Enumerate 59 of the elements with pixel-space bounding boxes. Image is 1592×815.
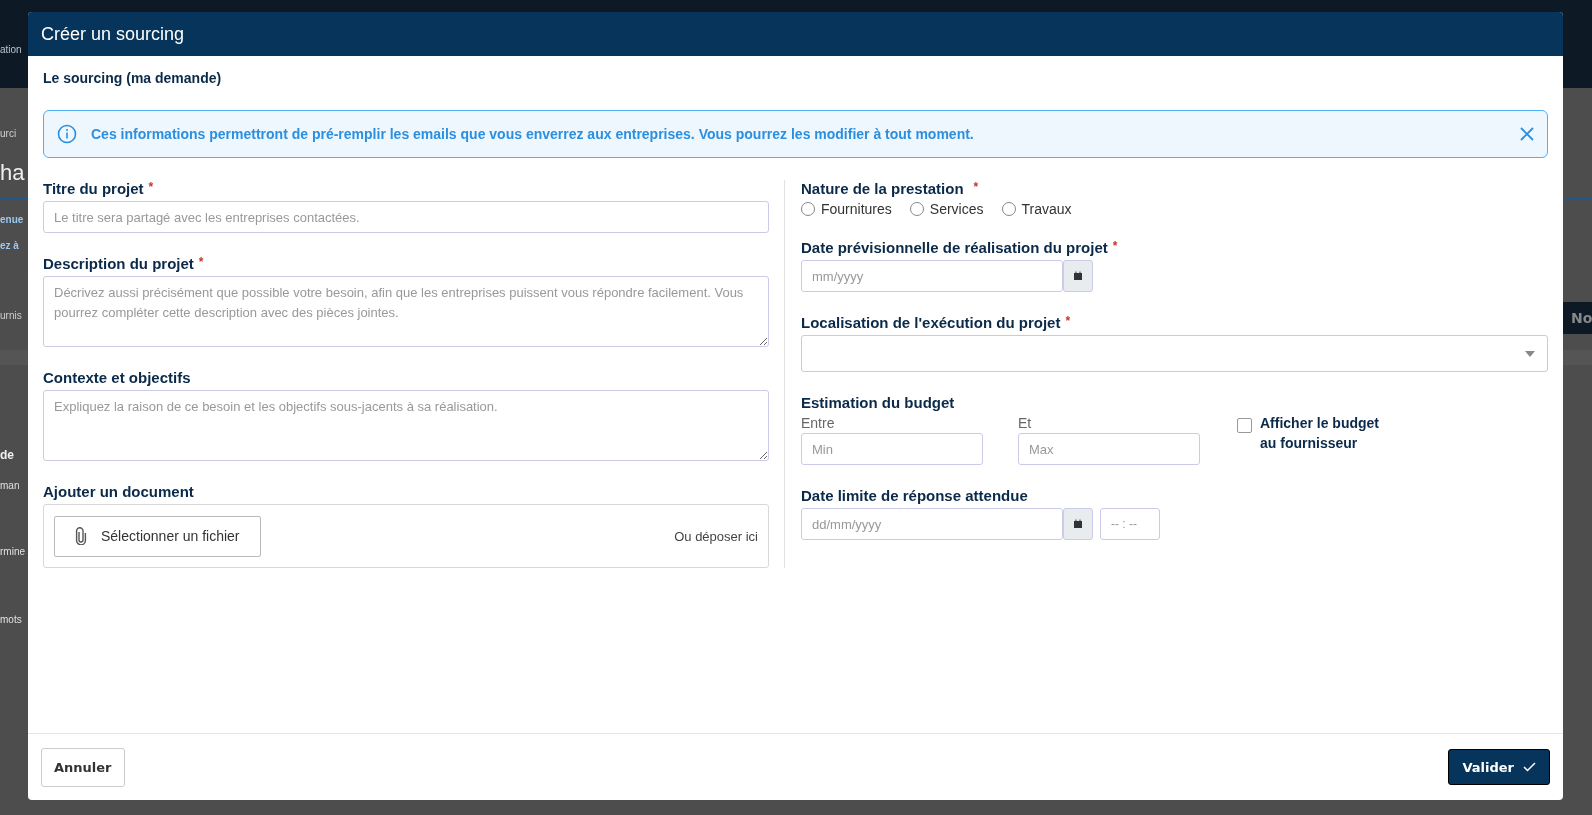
background-text: man xyxy=(0,480,20,491)
checkbox-label: Afficher le budget xyxy=(1260,415,1379,431)
caret-icon xyxy=(1525,350,1535,357)
calendar-button[interactable] xyxy=(1063,260,1093,292)
text-area[interactable]: Expliquez la raison de ce besoin et les objectifs sous-jacents à sa réalisation. xyxy=(43,390,769,461)
select-field[interactable] xyxy=(801,335,1548,372)
radio-option[interactable]: Fournitures xyxy=(801,201,892,217)
info-text: Ces informations permettront de pré-remplir les emails que vous enverrez aux entreprises. Vous pourrez les modifier à tout moment. xyxy=(91,126,975,142)
background-text: de xyxy=(0,448,14,462)
field-label: Et xyxy=(1018,415,1033,431)
background-text: mots xyxy=(0,614,22,625)
dialog-title: Créer un sourcing xyxy=(41,23,185,45)
radio-option[interactable]: Services xyxy=(909,201,984,217)
select-file-button[interactable]: Sélectionner un fichier xyxy=(54,515,261,557)
drop-zone[interactable]: Sélectionner un fichier Ou déposer ici xyxy=(43,504,769,568)
required-mark: * xyxy=(1065,314,1071,330)
drop-hint: Ou déposer ici xyxy=(674,528,758,544)
calendar-icon xyxy=(1073,271,1083,281)
required-mark: * xyxy=(973,180,979,196)
background-text: rmine xyxy=(0,546,25,557)
field-label: Localisation de l'exécution du projet xyxy=(801,314,1061,331)
required-mark: * xyxy=(1112,239,1118,255)
checkbox[interactable] xyxy=(1237,418,1252,433)
field-label: Description du projet xyxy=(43,255,194,272)
background-text: urnis xyxy=(0,310,22,321)
table-header-cell: No xyxy=(1563,302,1592,334)
field-label: Date limite de réponse attendue xyxy=(801,487,1028,504)
field-label: Titre du projet xyxy=(43,180,144,197)
checkbox-label: au fournisseur xyxy=(1260,435,1359,451)
background-text: enue xyxy=(0,214,24,225)
submit-button[interactable]: Valider xyxy=(1448,749,1550,785)
background-text: ez à xyxy=(0,240,19,251)
radio-option[interactable]: Travaux xyxy=(1001,201,1072,217)
field-label: Entre xyxy=(801,415,836,431)
paperclip-icon xyxy=(75,527,87,545)
field-label: Contexte et objectifs xyxy=(43,369,191,386)
calendar-icon xyxy=(1073,519,1083,529)
info-icon xyxy=(57,124,77,144)
nav-text: ation xyxy=(0,44,22,55)
field-label: Ajouter un document xyxy=(43,483,194,500)
input-field[interactable]: Max xyxy=(1018,433,1200,465)
date-field[interactable]: dd/mm/yyyy xyxy=(801,508,1063,540)
check-icon xyxy=(1523,762,1536,772)
field-label: Date prévisionnelle de réalisation du projet xyxy=(801,239,1108,256)
field-label: Nature de la prestation xyxy=(801,180,964,197)
close-icon[interactable] xyxy=(1520,127,1534,141)
required-mark: * xyxy=(198,255,204,271)
input-field[interactable]: Min xyxy=(801,433,983,465)
background-text: urci xyxy=(0,128,17,139)
time-field[interactable]: -- : -- xyxy=(1100,508,1160,540)
required-mark: * xyxy=(148,180,154,196)
input-field[interactable]: Le titre sera partagé avec les entreprises contactées. xyxy=(43,201,769,233)
text-area[interactable]: Décrivez aussi précisément que possible votre besoin, afin que les entreprises puissent vous répondre facilement. Vous pourrez compléter cette description avec des pièces jointes. xyxy=(43,276,769,347)
cancel-button[interactable]: Annuler xyxy=(41,747,125,787)
background-text: ha xyxy=(0,160,25,186)
field-label: Estimation du budget xyxy=(801,394,955,411)
date-field[interactable]: mm/yyyy xyxy=(801,260,1063,292)
section-title: Le sourcing (ma demande) xyxy=(43,70,223,86)
calendar-button[interactable] xyxy=(1063,508,1093,540)
